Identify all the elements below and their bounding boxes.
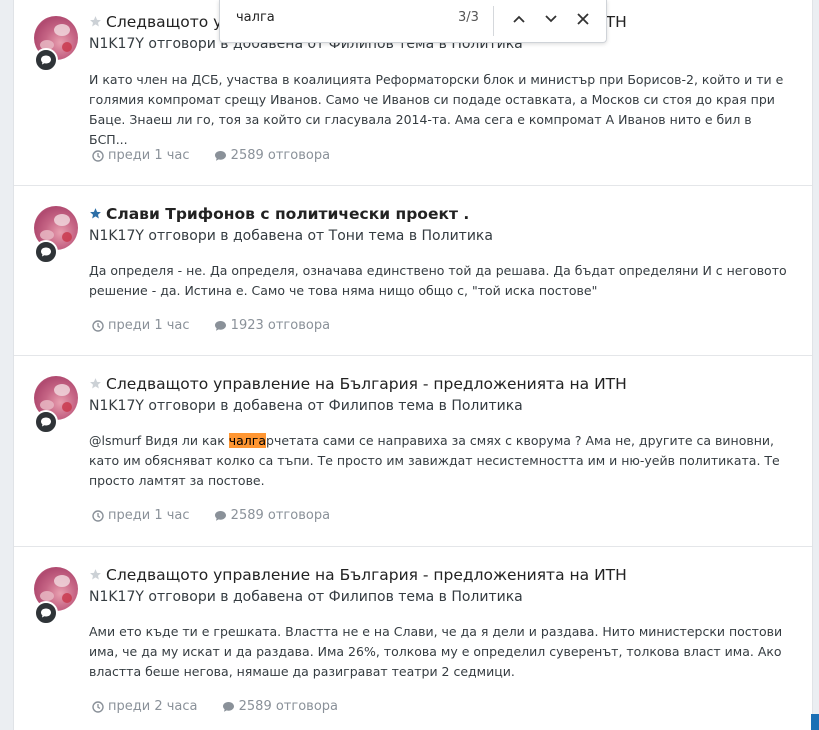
close-icon [577, 13, 589, 25]
previous-match-button[interactable] [508, 8, 530, 30]
item-footer: преди 1 час 2589 отговора [92, 508, 350, 526]
comment-icon [214, 150, 226, 161]
item-meta: N1K17Y отговори в добавена от Тони тема … [89, 228, 493, 244]
item-time[interactable]: преди 1 час [92, 148, 190, 163]
list-item: Следващото управление на България - пред… [14, 547, 812, 730]
activity-feed: Следващото управление на България - пред… [13, 0, 813, 730]
item-replies[interactable]: 1923 отговора [214, 318, 330, 333]
item-replies[interactable]: 2589 отговора [214, 148, 330, 163]
list-item: Следващото управление на България - пред… [14, 356, 812, 547]
find-bar: чалга 3/3 [219, 0, 607, 43]
item-replies[interactable]: 2589 отговора [222, 699, 338, 714]
clock-icon [92, 509, 104, 522]
item-footer: преди 1 час 1923 отговора [92, 318, 350, 336]
item-time[interactable]: преди 2 часа [92, 699, 197, 714]
item-title[interactable]: Следващото управление на България - пред… [89, 566, 627, 585]
item-snippet: Да определя - не. Да определя, означава … [89, 263, 787, 298]
scrollbar-thumb[interactable] [811, 714, 819, 730]
comment-icon [214, 510, 226, 521]
item-replies[interactable]: 2589 отговора [214, 508, 330, 523]
item-snippet: Ами ето къде ти е грешката. Властта не е… [89, 624, 783, 679]
search-highlight: чалга [228, 433, 267, 448]
clock-icon [92, 319, 104, 332]
chevron-down-icon [545, 15, 557, 23]
find-input[interactable]: чалга [236, 10, 275, 25]
item-meta: N1K17Y отговори в добавена от Филипов те… [89, 589, 523, 605]
list-item: Слави Трифонов с политически проект . N1… [14, 186, 812, 356]
star-filled-icon [89, 206, 103, 224]
star-outline-icon [89, 567, 103, 585]
next-match-button[interactable] [540, 8, 562, 30]
star-outline-icon [89, 376, 103, 394]
item-snippet: И като член на ДСБ, участва в коалицията… [89, 72, 784, 147]
item-time[interactable]: преди 1 час [92, 318, 190, 333]
item-title-text[interactable]: Следващото управление на България - пред… [106, 566, 627, 584]
item-title[interactable]: Следващото управление на България - пред… [89, 375, 627, 394]
item-footer: преди 2 часа 2589 отговора [92, 699, 358, 717]
item-footer: преди 1 час 2589 отговора [92, 148, 350, 166]
item-title-text[interactable]: Следващото управление на България - пред… [106, 375, 627, 393]
clock-icon [92, 149, 104, 162]
find-match-count: 3/3 [458, 10, 479, 25]
comment-icon [222, 701, 234, 712]
close-find-button[interactable] [572, 8, 594, 30]
item-title[interactable]: Слави Трифонов с политически проект . [89, 205, 469, 224]
star-outline-icon [89, 14, 103, 32]
comment-badge-icon [34, 240, 58, 264]
item-title-text[interactable]: Слави Трифонов с политически проект . [106, 205, 469, 223]
snippet-text: @lsmurf Видя ли как [89, 433, 229, 448]
clock-icon [92, 700, 104, 713]
find-separator [493, 6, 494, 36]
chevron-up-icon [513, 15, 525, 23]
comment-badge-icon [34, 601, 58, 625]
item-time[interactable]: преди 1 час [92, 508, 190, 523]
comment-icon [214, 320, 226, 331]
comment-badge-icon [34, 410, 58, 434]
item-meta: N1K17Y отговори в добавена от Филипов те… [89, 398, 523, 414]
item-snippet: @lsmurf Видя ли как чалгарчетата сами се… [89, 431, 789, 491]
comment-badge-icon [34, 48, 58, 72]
